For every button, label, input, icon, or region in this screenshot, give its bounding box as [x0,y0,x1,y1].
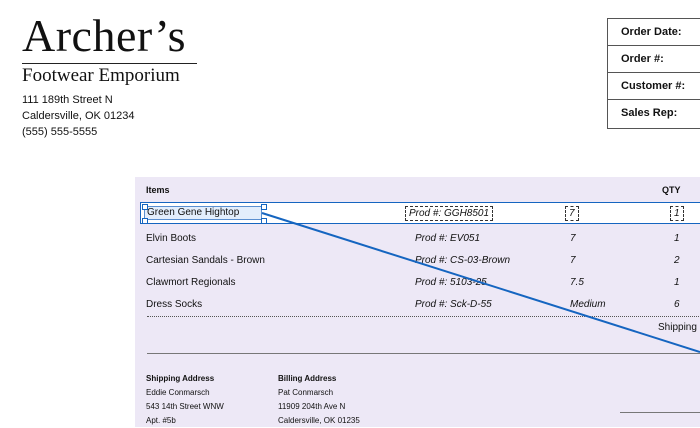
shipping-address-line: Apt. #5b [146,416,176,425]
order-date-label[interactable]: Order Date: [608,19,700,46]
selected-item-name[interactable]: Green Gene Hightop [144,206,262,220]
table-row[interactable]: Cartesian Sandals - Brown Prod #: CS-03-… [135,250,700,272]
billing-address-line: Caldersville, OK 01235 [278,416,360,425]
address-phone: (555) 555-5555 [22,126,98,138]
prod-number: Prod #: EV051 [415,233,481,244]
billing-address-title: Billing Address [278,374,337,383]
qty-header: QTY [662,185,681,195]
prod-number: Prod #: 5103-25 [415,277,487,288]
order-info-box: Order Date: Order #: Customer #: Sales R… [607,18,700,129]
table-row-selected[interactable]: Green Gene Hightop Prod #: GGH8501 7 1 [140,202,700,224]
store-address: 111 189th Street N Caldersville, OK 0123… [22,92,135,140]
item-name: Elvin Boots [146,233,197,244]
order-number-label[interactable]: Order #: [608,46,700,73]
size: 7 [570,233,576,244]
qty: 6 [674,299,680,310]
qty-field[interactable]: 1 [670,206,684,221]
resize-handle[interactable] [142,204,148,210]
address-line: Caldersville, OK 01234 [22,110,135,122]
prod-number: Prod #: CS-03-Brown [415,255,511,266]
size-field[interactable]: 7 [565,206,579,221]
signature-line [620,412,700,413]
billing-address-line: Pat Conmarsch [278,388,334,397]
shipping-address-title: Shipping Address [146,374,215,383]
dotted-divider [147,316,700,317]
prod-number: Prod #: Sck-D-55 [415,299,492,310]
table-row[interactable]: Clawmort Regionals Prod #: 5103-25 7.5 1 [135,272,700,294]
customer-number-label[interactable]: Customer #: [608,73,700,100]
resize-handle[interactable] [261,218,267,224]
resize-handle[interactable] [142,218,148,224]
item-name: Clawmort Regionals [146,277,236,288]
item-name: Cartesian Sandals - Brown [146,255,265,266]
qty: 1 [674,233,680,244]
items-panel: Items QTY Green Gene Hightop Prod #: GGH… [135,177,700,427]
size: 7.5 [570,277,584,288]
shipping-address-line: 543 14th Street WNW [146,402,224,411]
section-divider [147,353,700,354]
resize-handle[interactable] [261,204,267,210]
shipping-label: Shipping a [658,322,700,333]
sales-rep-label[interactable]: Sales Rep: [608,100,700,128]
item-name: Dress Socks [146,299,203,310]
logo-title: Archer’s [22,10,187,61]
qty: 2 [674,255,680,266]
qty: 1 [674,277,680,288]
shipping-address-line: Eddie Conmarsch [146,388,210,397]
table-row[interactable]: Elvin Boots Prod #: EV051 7 1 [135,228,700,250]
billing-address-line: 11909 204th Ave N [278,402,346,411]
table-row[interactable]: Dress Socks Prod #: Sck-D-55 Medium 6 [135,294,700,316]
size: Medium [570,299,606,310]
items-header: Items [146,185,170,195]
prod-number-field[interactable]: Prod #: GGH8501 [405,206,494,221]
logo-subtitle: Footwear Emporium [22,65,180,86]
size: 7 [570,255,576,266]
address-line: 111 189th Street N [22,94,113,106]
